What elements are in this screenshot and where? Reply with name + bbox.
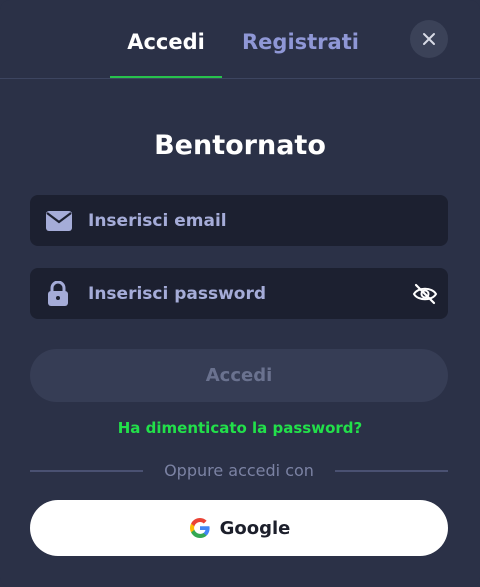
password-field[interactable] [30,268,448,319]
toggle-password-visibility[interactable] [402,268,448,319]
google-login-button[interactable]: Google [30,500,448,556]
close-icon [423,33,435,45]
divider-line-right [335,470,448,472]
password-input[interactable] [88,268,408,319]
email-input[interactable] [88,195,408,246]
login-button[interactable]: Accedi [30,349,448,402]
envelope-icon [46,195,72,246]
email-field[interactable] [30,195,448,246]
forgot-password-link[interactable]: Ha dimenticato la password? [0,419,480,437]
page-title: Bentornato [154,130,326,161]
tab-register[interactable]: Registrati [242,30,359,54]
lock-icon [46,268,70,319]
google-icon [189,518,210,538]
close-button[interactable] [410,20,448,58]
auth-tabs: Accedi Registrati [0,0,480,79]
tab-login[interactable]: Accedi [110,30,222,78]
login-modal: Accedi Registrati Bentornato Inserisci e… [0,0,480,587]
divider-text: Oppure accedi con [164,461,314,480]
divider-line-left [30,470,143,472]
eye-off-icon [412,283,438,304]
google-button-label: Google [219,517,291,539]
